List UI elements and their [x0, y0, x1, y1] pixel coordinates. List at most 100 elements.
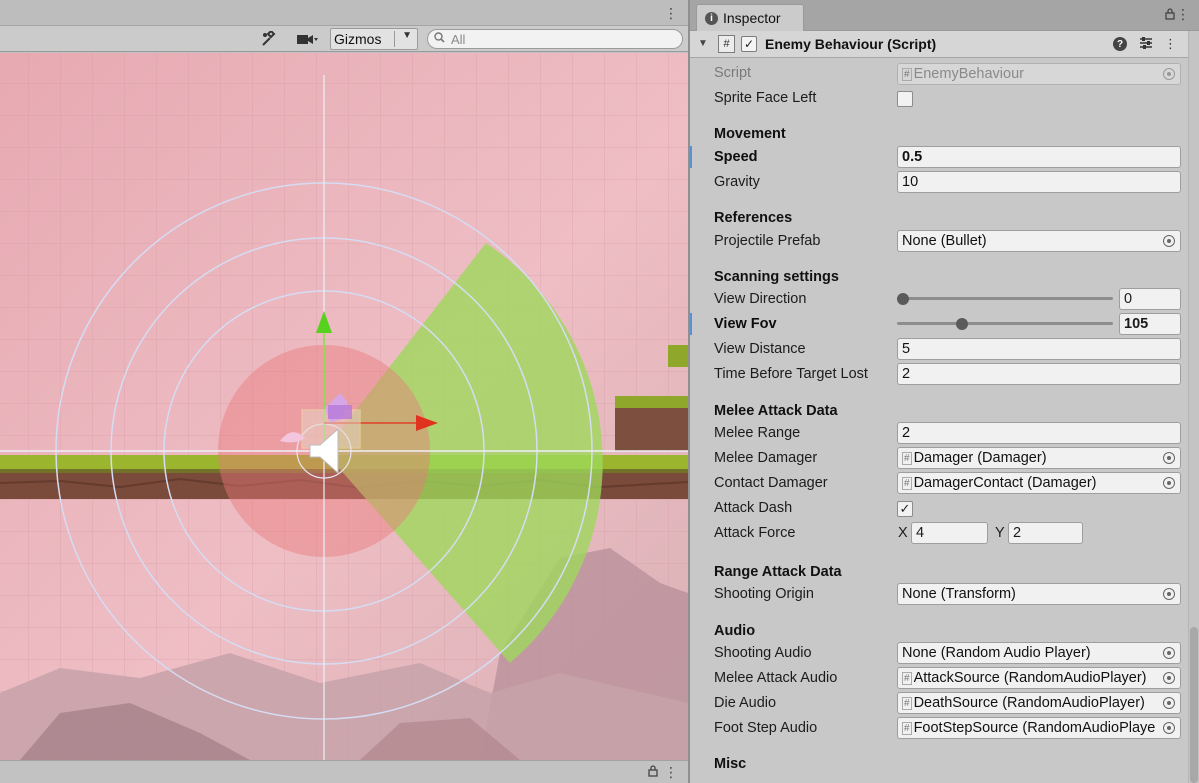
melee-range-input[interactable]: 2 [897, 422, 1181, 444]
inspector-tab-strip: i Inspector ⋮ [690, 0, 1199, 31]
attack-force-label: Attack Force [714, 525, 796, 541]
view-fov-input[interactable]: 105 [1119, 313, 1181, 335]
attack-force-y-input[interactable]: 2 [1008, 522, 1083, 544]
script-hash-icon: # [902, 696, 912, 710]
view-distance-input[interactable]: 5 [897, 338, 1181, 360]
view-direction-label: View Direction [714, 291, 807, 307]
tools-icon[interactable] [256, 28, 282, 50]
object-picker-icon[interactable] [1163, 647, 1175, 659]
shooting-audio-value: None (Random Audio Player) [902, 645, 1091, 661]
speed-input[interactable]: 0.5 [897, 146, 1181, 168]
object-picker-icon[interactable] [1163, 235, 1175, 247]
projectile-prefab-field[interactable]: None (Bullet) [897, 230, 1181, 252]
object-picker-icon[interactable] [1163, 672, 1175, 684]
view-distance-label: View Distance [714, 341, 806, 357]
view-fov-slider-track[interactable] [897, 322, 1113, 325]
scanning-header: Scanning settings [714, 269, 839, 285]
tab-inspector[interactable]: i Inspector [696, 4, 804, 31]
melee-damager-field[interactable]: # Damager (Damager) [897, 447, 1181, 469]
object-picker-icon[interactable] [1163, 452, 1175, 464]
misc-header: Misc [714, 756, 747, 772]
inspector-more-options-icon[interactable]: ⋮ [1176, 6, 1190, 23]
scene-search-input[interactable]: All [427, 29, 683, 49]
inspector-tab-label: Inspector [723, 10, 781, 26]
object-picker-icon [1163, 68, 1175, 80]
view-fov-label: View Fov [714, 316, 777, 332]
view-distance-value: 5 [902, 341, 911, 357]
melee-range-value: 2 [902, 425, 911, 441]
contact-damager-label: Contact Damager [714, 475, 828, 491]
script-value: EnemyBehaviour [913, 66, 1024, 82]
scene-toolbar: Gizmos ▼ All [0, 26, 688, 52]
script-hash-icon: # [902, 721, 912, 735]
object-picker-icon[interactable] [1163, 722, 1175, 734]
die-audio-label: Die Audio [714, 695, 777, 711]
scrollbar-thumb[interactable] [1190, 627, 1198, 783]
info-icon: i [705, 11, 718, 25]
shooting-origin-field[interactable]: None (Transform) [897, 583, 1181, 605]
contact-damager-field[interactable]: # DamagerContact (Damager) [897, 472, 1181, 494]
attack-force-x-value: 4 [916, 525, 925, 541]
range-header: Range Attack Data [714, 564, 842, 580]
script-hash-icon: # [902, 476, 912, 490]
gravity-label: Gravity [714, 174, 760, 190]
component-enable-checkbox[interactable]: ✓ [741, 36, 757, 52]
presets-icon[interactable] [1139, 36, 1153, 53]
view-direction-value: 0 [1124, 291, 1133, 307]
melee-attack-audio-value: AttackSource (RandomAudioPlayer) [913, 670, 1147, 686]
inspector-scrollbar[interactable] [1188, 31, 1199, 783]
scene-tab-strip: ⋮ [0, 0, 688, 26]
speed-label: Speed [714, 149, 758, 165]
attack-dash-checkbox[interactable]: ✓ [897, 501, 913, 517]
die-audio-field[interactable]: # DeathSource (RandomAudioPlayer) [897, 692, 1181, 714]
movement-header: Movement [714, 126, 786, 142]
foot-step-audio-field[interactable]: # FootStepSource (RandomAudioPlayer) [897, 717, 1181, 739]
help-icon[interactable]: ? [1113, 37, 1127, 51]
melee-damager-label: Melee Damager [714, 450, 818, 466]
die-audio-value: DeathSource (RandomAudioPlayer) [913, 695, 1145, 711]
view-direction-input[interactable]: 0 [1119, 288, 1181, 310]
projectile-prefab-value: None (Bullet) [902, 233, 987, 249]
melee-attack-audio-field[interactable]: # AttackSource (RandomAudioPlayer) [897, 667, 1181, 689]
attack-force-x-input[interactable]: 4 [911, 522, 988, 544]
object-picker-icon[interactable] [1163, 588, 1175, 600]
script-field: # EnemyBehaviour [897, 63, 1181, 85]
view-fov-slider-handle[interactable] [956, 318, 968, 330]
gravity-input[interactable]: 10 [897, 171, 1181, 193]
scene-canvas[interactable] [0, 53, 688, 760]
time-before-target-lost-value: 2 [902, 366, 911, 382]
lock-icon[interactable] [648, 765, 658, 780]
foot-step-audio-label: Foot Step Audio [714, 720, 818, 736]
view-direction-slider-track[interactable] [897, 297, 1113, 300]
chevron-down-icon[interactable]: ▼ [402, 30, 412, 41]
inspector-lock-icon[interactable] [1165, 8, 1175, 23]
gizmos-label: Gizmos [334, 31, 382, 47]
projectile-prefab-label: Projectile Prefab [714, 233, 821, 249]
melee-range-label: Melee Range [714, 425, 801, 441]
component-header[interactable]: ▼ # ✓ Enemy Behaviour (Script) ? ⋮ [690, 31, 1199, 58]
script-icon: # [718, 35, 735, 53]
attack-force-x-label: X [898, 525, 908, 541]
shooting-audio-field[interactable]: None (Random Audio Player) [897, 642, 1181, 664]
scene-view-panel: ⋮ Gizmos ▼ All ⋮ [0, 0, 688, 783]
sprite-face-left-checkbox[interactable] [897, 91, 913, 107]
object-picker-icon[interactable] [1163, 697, 1175, 709]
component-title: Enemy Behaviour (Script) [765, 36, 937, 52]
view-direction-slider-handle[interactable] [897, 293, 909, 305]
attack-force-y-value: 2 [1013, 525, 1022, 541]
foldout-arrow-icon[interactable]: ▼ [698, 38, 708, 49]
time-before-target-lost-input[interactable]: 2 [897, 363, 1181, 385]
bottom-more-options-icon[interactable]: ⋮ [664, 764, 678, 781]
component-more-options-icon[interactable]: ⋮ [1164, 36, 1177, 52]
shooting-audio-label: Shooting Audio [714, 645, 812, 661]
view-fov-value: 105 [1124, 316, 1149, 332]
script-hash-icon: # [902, 671, 912, 685]
object-picker-icon[interactable] [1163, 477, 1175, 489]
speed-override-marker [690, 146, 692, 168]
gizmos-button[interactable]: Gizmos ▼ [330, 28, 418, 50]
camera-icon[interactable] [288, 28, 326, 50]
scene-more-options-icon[interactable]: ⋮ [664, 5, 678, 22]
shooting-origin-label: Shooting Origin [714, 586, 814, 602]
foot-step-audio-value: FootStepSource (RandomAudioPlayer) [913, 720, 1156, 736]
inspector-panel: i Inspector ⋮ ▼ # ✓ Enemy Behaviour (Scr… [690, 0, 1199, 783]
